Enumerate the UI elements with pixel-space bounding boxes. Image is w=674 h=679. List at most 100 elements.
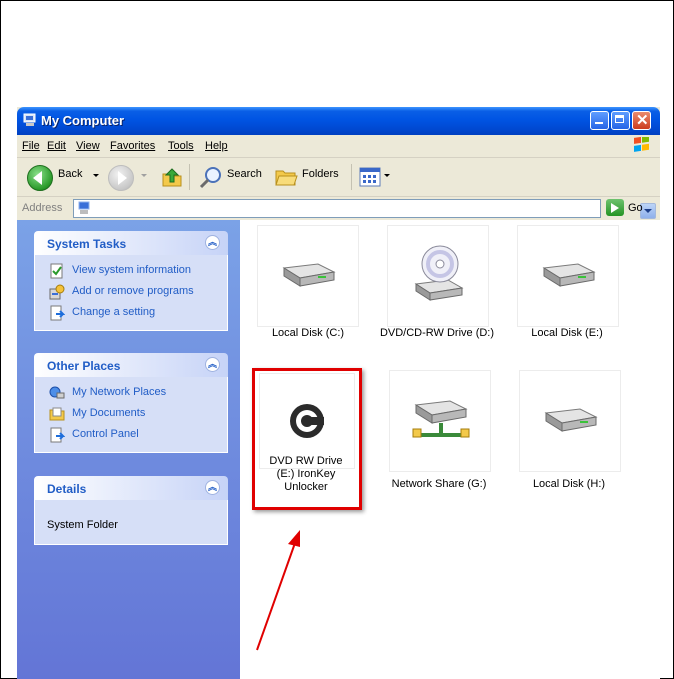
menu-file-label: File xyxy=(22,140,40,152)
details-panel: Details ︽ System Folder xyxy=(34,476,228,545)
task-label: View system information xyxy=(72,264,192,276)
system-tasks-header[interactable]: System Tasks ︽ xyxy=(34,231,228,255)
ironkey-drive-label[interactable]: DVD RW Drive (E:) IronKey Unlocker xyxy=(259,455,353,494)
menu-help-label: Help xyxy=(205,140,228,152)
back-button[interactable] xyxy=(27,165,53,191)
details-title: Details xyxy=(47,482,87,496)
search-button[interactable]: Search xyxy=(227,168,262,180)
other-places-body: My Network Places My Documents Control P… xyxy=(34,377,228,453)
network-drive-icon xyxy=(412,400,470,438)
drive-c-tile[interactable] xyxy=(257,225,359,327)
menu-favorites[interactable]: Favorites xyxy=(110,140,155,152)
views-dropdown-icon[interactable] xyxy=(384,174,390,177)
other-places-panel: Other Places ︽ My Network Places My Docu… xyxy=(34,353,228,453)
close-button[interactable]: ✕ xyxy=(632,111,651,130)
details-header[interactable]: Details ︽ xyxy=(34,476,228,500)
drive-d-tile[interactable] xyxy=(387,225,489,327)
computer-small-icon xyxy=(78,201,90,214)
address-bar: Address Go xyxy=(17,197,660,219)
menu-view-label: View xyxy=(76,140,100,152)
menu-view[interactable]: View xyxy=(76,140,100,152)
drive-g-label[interactable]: Network Share (G:) xyxy=(388,478,490,491)
go-button[interactable] xyxy=(606,199,624,216)
forward-dropdown-icon[interactable] xyxy=(141,174,147,177)
ironkey-label-line: (E:) IronKey xyxy=(276,468,336,480)
drive-h-label[interactable]: Local Disk (H:) xyxy=(518,478,620,491)
collapse-icon[interactable]: ︽ xyxy=(205,235,220,250)
add-remove-programs-icon xyxy=(49,284,65,300)
place-my-network-places[interactable]: My Network Places xyxy=(35,383,227,404)
hard-disk-icon xyxy=(282,263,336,287)
place-my-documents[interactable]: My Documents xyxy=(35,404,227,425)
back-dropdown-icon[interactable] xyxy=(93,174,99,177)
task-label: Change a setting xyxy=(72,306,156,318)
place-control-panel[interactable]: Control Panel xyxy=(35,425,227,446)
address-input[interactable] xyxy=(73,199,656,219)
drives-view: Local Disk (C:) DVD/CD-RW Drive (D:) Loc… xyxy=(240,220,660,679)
back-arrow-icon xyxy=(33,171,42,185)
collapse-icon[interactable]: ︽ xyxy=(205,480,220,495)
go-arrow-icon xyxy=(611,203,619,213)
task-pane: System Tasks ︽ View system information A… xyxy=(17,220,240,679)
minimize-icon xyxy=(595,122,603,124)
forward-button[interactable] xyxy=(108,165,134,191)
up-folder-icon[interactable] xyxy=(160,165,184,189)
explorer-window: My Computer ✕ File Edit View Favorites T… xyxy=(17,107,660,679)
content-area: System Tasks ︽ View system information A… xyxy=(17,220,660,679)
system-tasks-title: System Tasks xyxy=(47,237,127,251)
my-computer-icon xyxy=(23,113,36,126)
place-label: Control Panel xyxy=(72,428,139,440)
hard-disk-icon xyxy=(544,408,598,432)
network-places-icon xyxy=(49,386,65,399)
change-setting-icon xyxy=(50,305,65,321)
drive-c-label[interactable]: Local Disk (C:) xyxy=(255,327,361,340)
window-title: My Computer xyxy=(41,113,125,128)
search-icon[interactable] xyxy=(198,165,224,189)
my-documents-icon xyxy=(49,407,65,421)
minimize-button[interactable] xyxy=(590,111,609,130)
address-label: Address xyxy=(22,202,63,214)
drive-g-tile[interactable] xyxy=(389,370,491,472)
windows-logo-icon xyxy=(634,137,649,152)
menu-edit[interactable]: Edit xyxy=(47,140,66,152)
menu-help[interactable]: Help xyxy=(205,140,228,152)
system-info-icon xyxy=(50,263,63,279)
task-change-a-setting[interactable]: Change a setting xyxy=(35,303,227,324)
drive-e-label[interactable]: Local Disk (E:) xyxy=(516,327,618,340)
toolbar: Back Search Folders xyxy=(17,158,660,197)
title-bar[interactable]: My Computer ✕ xyxy=(17,107,660,135)
maximize-icon xyxy=(615,115,624,123)
hard-disk-icon xyxy=(542,263,596,287)
task-view-system-information[interactable]: View system information xyxy=(35,261,227,282)
ironkey-label-line: DVD RW Drive xyxy=(269,455,343,467)
ironkey-label-line: Unlocker xyxy=(284,481,328,493)
maximize-button[interactable] xyxy=(611,111,630,130)
drive-d-label[interactable]: DVD/CD-RW Drive (D:) xyxy=(374,327,500,340)
place-label: My Network Places xyxy=(72,386,167,398)
menu-file[interactable]: File xyxy=(22,140,40,152)
views-icon[interactable] xyxy=(359,167,381,187)
go-label[interactable]: Go xyxy=(628,202,643,214)
place-label: My Documents xyxy=(72,407,146,419)
other-places-title: Other Places xyxy=(47,359,121,373)
folders-button[interactable]: Folders xyxy=(302,168,339,180)
toolbar-separator xyxy=(351,164,352,190)
close-icon: ✕ xyxy=(636,112,649,129)
toolbar-separator xyxy=(189,164,190,190)
drive-h-tile[interactable] xyxy=(519,370,621,472)
task-label: Add or remove programs xyxy=(72,285,194,297)
task-add-remove-programs[interactable]: Add or remove programs xyxy=(35,282,227,303)
chevron-down-icon xyxy=(644,209,652,213)
details-text: System Folder xyxy=(47,519,118,531)
details-body: System Folder xyxy=(34,500,228,545)
menu-bar: File Edit View Favorites Tools Help xyxy=(17,135,660,158)
menu-tools[interactable]: Tools xyxy=(168,140,194,152)
other-places-header[interactable]: Other Places ︽ xyxy=(34,353,228,377)
system-tasks-panel: System Tasks ︽ View system information A… xyxy=(34,231,228,331)
ironkey-icon xyxy=(290,404,324,438)
back-label[interactable]: Back xyxy=(58,168,82,180)
folders-icon[interactable] xyxy=(274,166,298,188)
drive-e-tile[interactable] xyxy=(517,225,619,327)
collapse-icon[interactable]: ︽ xyxy=(205,357,220,372)
control-panel-icon xyxy=(50,427,65,443)
